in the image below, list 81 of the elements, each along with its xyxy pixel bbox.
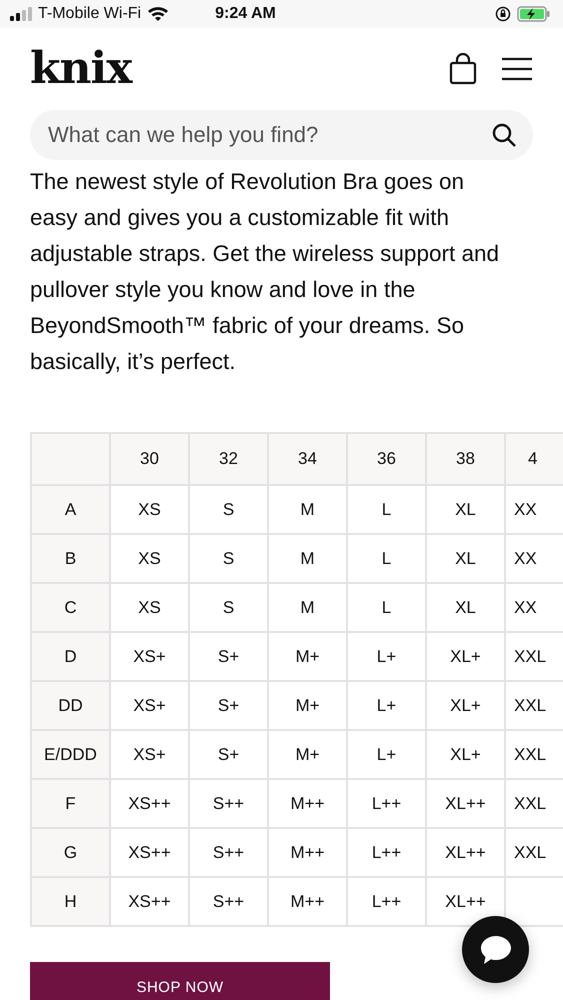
size-cell: XS+ (110, 681, 189, 730)
size-cell: XXL (505, 730, 563, 779)
size-cell: XS++ (110, 779, 189, 828)
menu-icon[interactable] (501, 57, 533, 81)
size-cell: XL+ (426, 632, 505, 681)
size-cell: XL (426, 485, 505, 534)
size-cell: L (347, 534, 426, 583)
search-field[interactable]: What can we help you find? (30, 110, 533, 160)
cup-size-cell: E/DDD (31, 730, 110, 779)
shopping-bag-icon[interactable] (449, 53, 477, 85)
size-cell: L+ (347, 681, 426, 730)
size-cell: XX (505, 583, 563, 632)
size-cell: M+ (268, 632, 347, 681)
band-size-header: 36 (347, 433, 426, 485)
size-cell: S+ (189, 632, 268, 681)
cup-size-cell: D (31, 632, 110, 681)
size-cell: S++ (189, 779, 268, 828)
size-cell: S (189, 534, 268, 583)
band-size-header: 38 (426, 433, 505, 485)
size-cell: S++ (189, 877, 268, 926)
wifi-icon (147, 6, 170, 22)
product-description: The newest style of Revolution Bra goes on easy and gives you a customizable fit with adjustable straps. Get the wireless support and pullover style you know and love in the BeyondSmooth™ fabric of your dreams. So basically, it’s perfect. (30, 168, 500, 376)
shop-now-button[interactable]: SHOP NOW (30, 962, 330, 1000)
size-cell: S++ (189, 828, 268, 877)
size-cell: L (347, 583, 426, 632)
size-cell: M++ (268, 828, 347, 877)
size-cell: L+ (347, 632, 426, 681)
chat-button[interactable] (462, 916, 529, 983)
size-cell: S+ (189, 730, 268, 779)
size-cell: L+ (347, 730, 426, 779)
size-cell: XS (110, 534, 189, 583)
size-cell: S (189, 583, 268, 632)
size-cell: XXL (505, 779, 563, 828)
size-cell: XXL (505, 632, 563, 681)
cup-size-cell: A (31, 485, 110, 534)
size-cell: XXL (505, 681, 563, 730)
size-cell: XS (110, 485, 189, 534)
band-size-header: 32 (189, 433, 268, 485)
size-cell: XS++ (110, 877, 189, 926)
size-cell: XS+ (110, 730, 189, 779)
size-cell: S+ (189, 681, 268, 730)
size-cell: XX (505, 534, 563, 583)
size-cell: M (268, 534, 347, 583)
band-size-header: 4 (505, 433, 563, 485)
size-cell: M (268, 583, 347, 632)
size-cell: XS (110, 583, 189, 632)
size-cell: M (268, 485, 347, 534)
size-cell: XL++ (426, 828, 505, 877)
cup-size-cell: DD (31, 681, 110, 730)
size-cell: XL (426, 534, 505, 583)
carrier-name: T-Mobile Wi-Fi (38, 5, 142, 23)
rotation-lock-icon (495, 6, 511, 22)
size-cell: L++ (347, 877, 426, 926)
size-cell: M+ (268, 681, 347, 730)
size-cell: L++ (347, 779, 426, 828)
size-cell: XS+ (110, 632, 189, 681)
size-cell: XL+ (426, 681, 505, 730)
size-cell: S (189, 485, 268, 534)
band-size-header: 34 (268, 433, 347, 485)
brand-logo[interactable]: knix (30, 47, 425, 91)
size-cell: XL++ (426, 779, 505, 828)
size-cell: L++ (347, 828, 426, 877)
band-size-header: 30 (110, 433, 189, 485)
size-cell: M++ (268, 877, 347, 926)
size-cell: XX (505, 485, 563, 534)
cup-size-cell: F (31, 779, 110, 828)
search-icon[interactable] (491, 122, 517, 148)
cup-size-cell: H (31, 877, 110, 926)
size-cell: L (347, 485, 426, 534)
size-cell: XXL (505, 828, 563, 877)
cup-size-cell: B (31, 534, 110, 583)
size-cell: XL+ (426, 730, 505, 779)
size-cell: M+ (268, 730, 347, 779)
size-cell: XL (426, 583, 505, 632)
size-cell: M++ (268, 779, 347, 828)
signal-icon (10, 7, 32, 21)
chat-bubble-icon (478, 934, 512, 966)
size-cell: XS++ (110, 828, 189, 877)
cup-size-cell: C (31, 583, 110, 632)
cup-size-cell: G (31, 828, 110, 877)
clock-time: 9:24 AM (215, 5, 277, 23)
